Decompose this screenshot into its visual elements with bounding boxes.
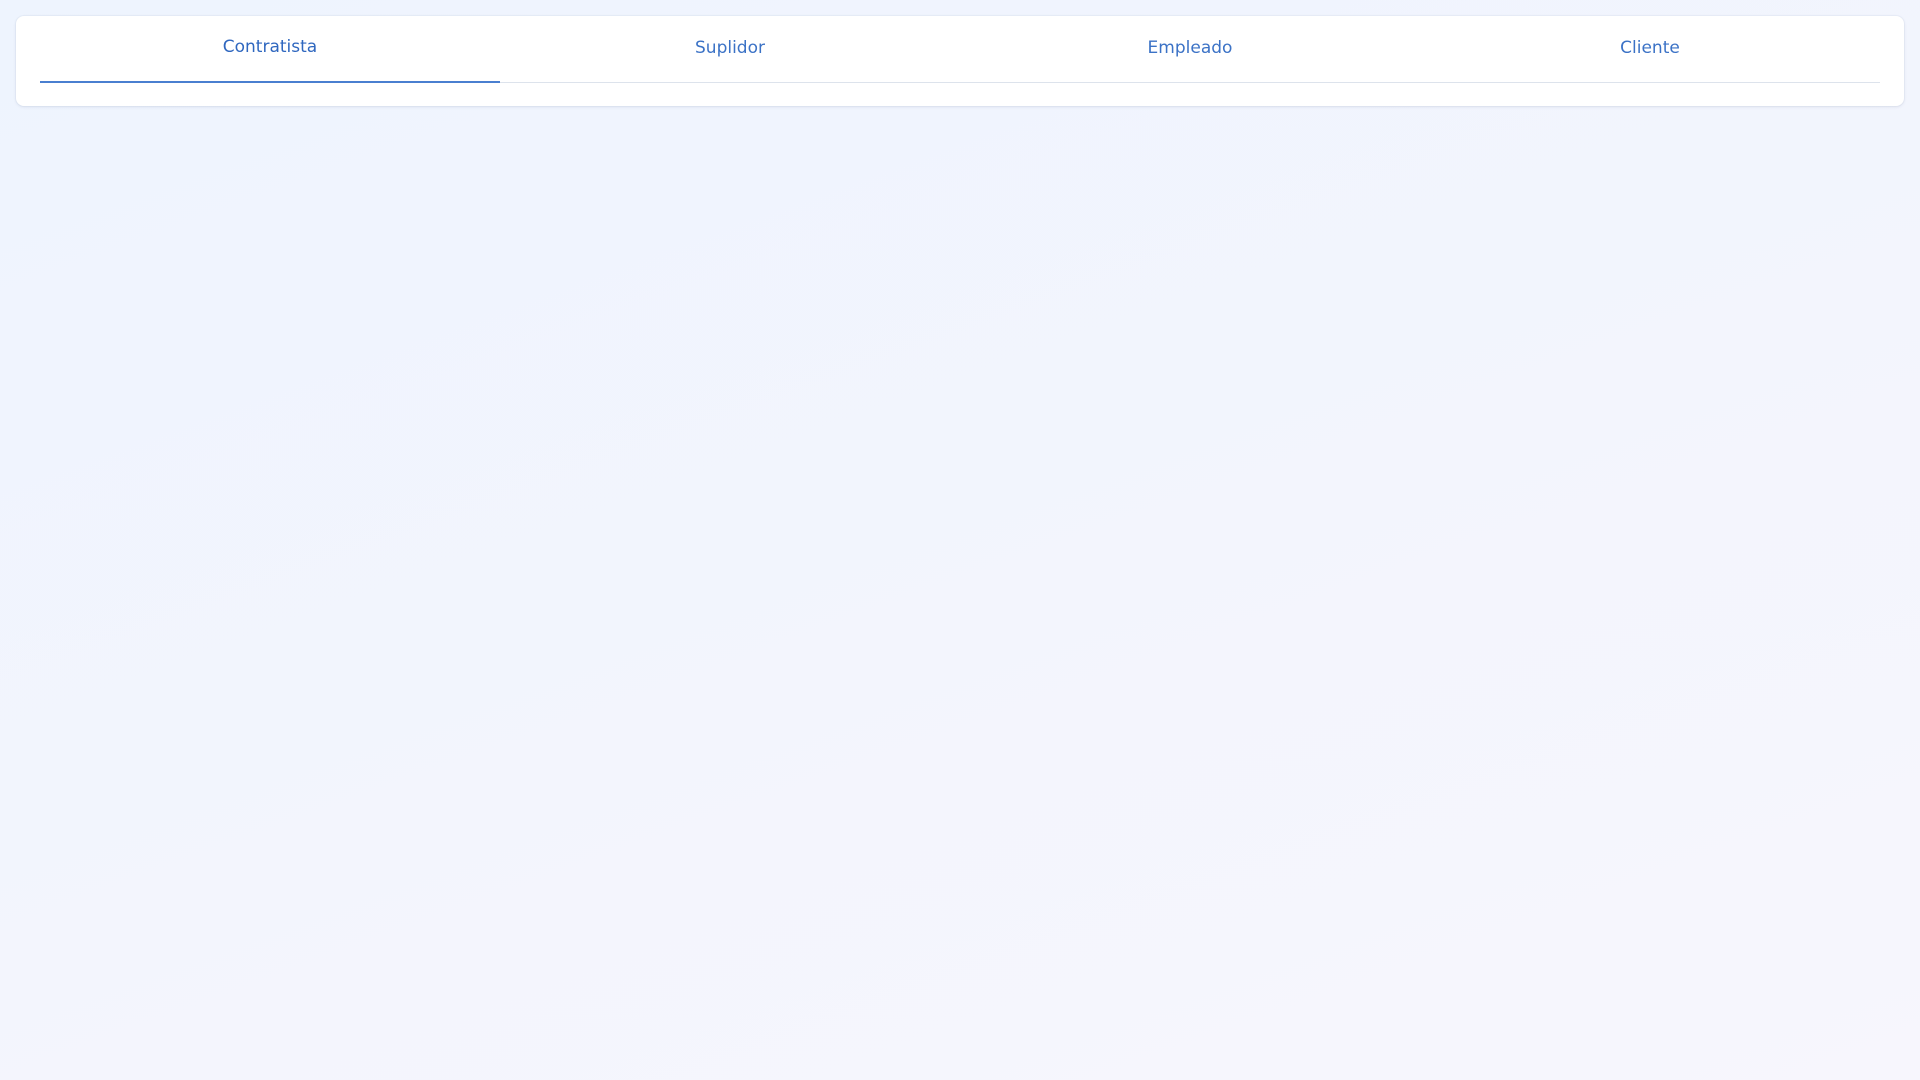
content-area [16,120,1904,1060]
tab-contratista[interactable]: Contratista [40,16,500,83]
tab-bar: Contratista Suplidor Empleado Cliente [40,16,1880,83]
tab-suplidor-label: Suplidor [695,38,765,58]
tab-contratista-label: Contratista [222,37,318,57]
tab-card: Contratista Suplidor Empleado Cliente [16,16,1904,106]
tab-empleado-label: Empleado [1147,38,1233,58]
tab-empleado[interactable]: Empleado [960,16,1420,82]
tab-cliente[interactable]: Cliente [1420,16,1880,82]
tab-suplidor[interactable]: Suplidor [500,16,960,82]
tab-cliente-label: Cliente [1620,38,1680,58]
